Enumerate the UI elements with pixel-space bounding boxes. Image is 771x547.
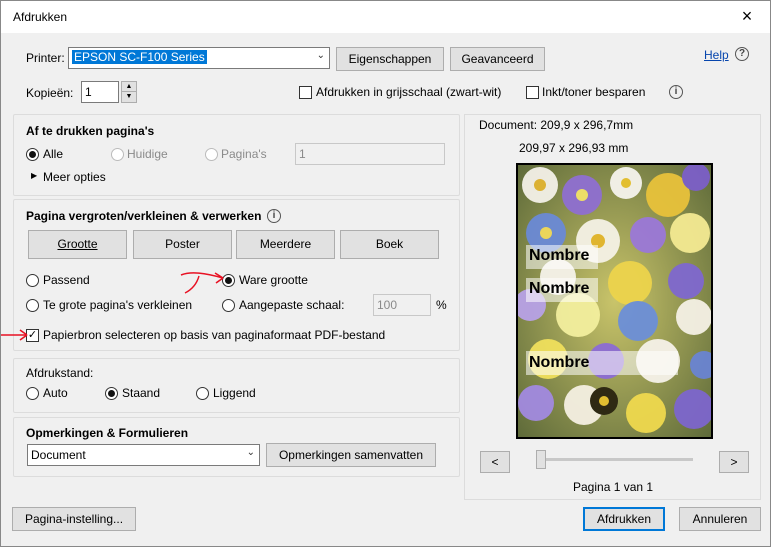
more-options-link[interactable]: Meer opties — [43, 170, 106, 184]
orientation-landscape-radio[interactable] — [196, 387, 209, 400]
save-ink-label: Inkt/toner besparen — [542, 85, 646, 99]
spin-up-icon[interactable]: ▲ — [122, 82, 136, 92]
sizing-title: Pagina vergroten/verkleinen & verwerken — [26, 209, 262, 223]
custom-scale-radio[interactable] — [222, 299, 235, 312]
printer-label: Printer: — [26, 51, 65, 65]
cancel-button[interactable]: Annuleren — [679, 507, 761, 531]
next-page-button[interactable]: > — [719, 451, 749, 473]
orientation-landscape-label: Liggend — [213, 386, 256, 400]
pages-range-label: Pagina's — [221, 147, 267, 161]
pages-range-input[interactable]: 1 — [295, 143, 445, 165]
shrink-label: Te grote pagina's verkleinen — [43, 298, 193, 312]
spin-down-icon[interactable]: ▼ — [122, 92, 136, 102]
pages-title: Af te drukken pagina's — [26, 124, 155, 138]
info-icon[interactable]: i — [669, 85, 683, 99]
page-slider-track[interactable] — [541, 458, 693, 461]
flower-image — [518, 165, 711, 437]
page-size: 209,97 x 296,93 mm — [519, 141, 629, 155]
print-button[interactable]: Afdrukken — [583, 507, 665, 531]
orientation-title: Afdrukstand: — [26, 366, 94, 380]
pages-current-label: Huidige — [127, 147, 168, 161]
summarize-comments-button[interactable]: Opmerkingen samenvatten — [266, 443, 436, 467]
triangle-right-icon[interactable]: ▶ — [31, 171, 37, 180]
comments-selected-value: Document — [31, 448, 86, 462]
paper-source-label: Papierbron selecteren op basis van pagin… — [43, 328, 386, 342]
comments-title: Opmerkingen & Formulieren — [26, 426, 189, 440]
comments-select[interactable]: Document ⌄ — [27, 444, 260, 466]
chevron-down-icon: ⌄ — [246, 447, 255, 458]
page-setup-button[interactable]: Pagina-instelling... — [12, 507, 136, 531]
properties-button[interactable]: Eigenschappen — [336, 47, 444, 71]
custom-scale-label: Aangepaste schaal: — [239, 298, 345, 312]
fit-label: Passend — [43, 273, 90, 287]
pages-current-radio[interactable] — [111, 148, 124, 161]
orientation-group: Afdrukstand: Auto Staand Liggend — [13, 358, 460, 413]
pages-all-label: Alle — [43, 147, 64, 161]
pages-range-radio[interactable] — [205, 148, 218, 161]
advanced-button[interactable]: Geavanceerd — [450, 47, 545, 71]
close-icon[interactable]: × — [724, 1, 770, 33]
title-bar: Afdrukken × — [1, 1, 770, 33]
size-button-label: Grootte — [57, 237, 98, 251]
preview-label-1: Nombre — [529, 247, 590, 264]
page-status: Pagina 1 van 1 — [573, 480, 654, 494]
window-title: Afdrukken — [13, 10, 68, 24]
page-preview: Nombre Nombre Nombre — [516, 163, 713, 439]
grayscale-label: Afdrukken in grijsschaal (zwart-wit) — [316, 85, 502, 99]
custom-scale-input[interactable]: 100 — [373, 294, 431, 316]
chevron-down-icon: ⌄ — [316, 50, 325, 61]
copies-stepper[interactable]: ▲ ▼ — [121, 81, 137, 103]
orientation-auto-label: Auto — [43, 386, 68, 400]
preview-label-3: Nombre — [529, 354, 590, 371]
orientation-portrait-radio[interactable] — [105, 387, 118, 400]
sizing-group: Pagina vergroten/verkleinen & verwerken … — [13, 199, 460, 351]
prev-page-button[interactable]: < — [480, 451, 510, 473]
annotation-arrow-2 — [1, 329, 28, 341]
save-ink-checkbox[interactable] — [526, 86, 539, 99]
percent-label: % — [436, 298, 447, 312]
help-icon[interactable]: ? — [735, 47, 749, 61]
print-dialog: Afdrukken × Printer: EPSON SC-F100 Serie… — [0, 0, 771, 547]
page-slider-thumb[interactable] — [536, 450, 546, 469]
copies-input[interactable]: 1 — [81, 81, 119, 103]
pages-all-radio[interactable] — [26, 148, 39, 161]
poster-button[interactable]: Poster — [133, 230, 232, 259]
size-button[interactable]: Grootte — [28, 230, 127, 259]
shrink-radio[interactable] — [26, 299, 39, 312]
printer-selected-value: EPSON SC-F100 Series — [72, 50, 207, 64]
grayscale-checkbox[interactable] — [299, 86, 312, 99]
fit-radio[interactable] — [26, 274, 39, 287]
pages-group: Af te drukken pagina's Alle Huidige Pagi… — [13, 114, 460, 196]
preview-label-2: Nombre — [529, 280, 590, 297]
help-link[interactable]: Help — [704, 48, 729, 62]
document-size: Document: 209,9 x 296,7mm — [479, 118, 634, 132]
actual-size-label: Ware grootte — [239, 273, 308, 287]
orientation-portrait-label: Staand — [122, 386, 161, 400]
info-icon[interactable]: i — [267, 209, 281, 223]
multiple-button[interactable]: Meerdere — [236, 230, 335, 259]
annotation-arrow-1 — [180, 272, 224, 294]
copies-label: Kopieën: — [26, 86, 74, 100]
printer-select[interactable]: EPSON SC-F100 Series ⌄ — [68, 47, 330, 69]
orientation-auto-radio[interactable] — [26, 387, 39, 400]
booklet-button[interactable]: Boek — [340, 230, 439, 259]
preview-panel: Document: 209,9 x 296,7mm 209,97 x 296,9… — [464, 114, 761, 500]
